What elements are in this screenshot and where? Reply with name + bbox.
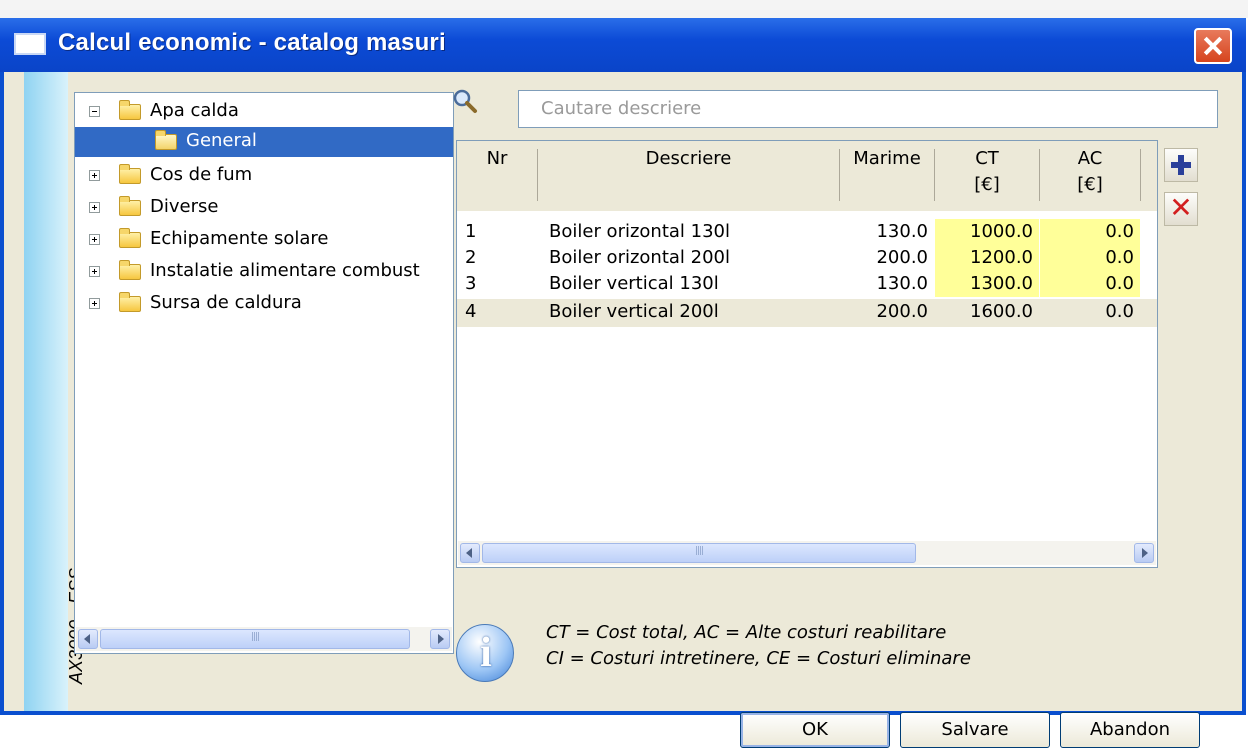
- column-divider: [1140, 149, 1141, 201]
- title-bar[interactable]: Calcul economic - catalog masuri: [0, 18, 1246, 72]
- delete-button[interactable]: ✕: [1164, 192, 1198, 226]
- tree-item-echipamente-solare[interactable]: Echipamente solare: [75, 225, 453, 255]
- column-header-unit: [€]: [974, 174, 1000, 195]
- info-icon: i: [456, 624, 514, 682]
- table-row-selected[interactable]: 4 Boiler vertical 200l 200.0 1600.0 0.0: [457, 299, 1157, 327]
- column-header-label: AC: [1077, 148, 1103, 169]
- tree-horizontal-scrollbar[interactable]: [76, 627, 452, 651]
- delete-icon: ✕: [1169, 191, 1193, 224]
- legend-line-2: CI = Costuri intretinere, CE = Costuri e…: [546, 648, 971, 669]
- tree-item-apa-calda[interactable]: Apa calda: [75, 97, 453, 127]
- expand-icon[interactable]: [89, 298, 100, 309]
- tree-item-general[interactable]: General: [75, 127, 453, 157]
- column-header-label: Descriere: [645, 148, 732, 169]
- folder-icon: [119, 260, 141, 280]
- tree-item-label: Echipamente solare: [150, 228, 329, 249]
- cell-ct: 1300.0: [935, 271, 1039, 297]
- folder-icon: [119, 196, 141, 216]
- scroll-thumb[interactable]: [100, 629, 410, 649]
- category-tree[interactable]: Apa calda General Cos de fum Diverse Ech…: [74, 92, 454, 654]
- column-header-ac[interactable]: AC [€]: [1040, 141, 1140, 211]
- column-header-nr[interactable]: Nr: [457, 141, 537, 211]
- cell-marime: 200.0: [876, 301, 928, 322]
- folder-icon: [119, 292, 141, 312]
- add-button[interactable]: [1164, 148, 1198, 182]
- tree-item-label: Sursa de caldura: [150, 292, 302, 313]
- column-header-label: Nr: [486, 148, 508, 169]
- cell-marime: 130.0: [876, 273, 928, 294]
- expand-icon[interactable]: [89, 266, 100, 277]
- cell-nr: 1: [465, 221, 477, 242]
- cell-descriere: Boiler vertical 130l: [549, 273, 719, 294]
- tree-item-instalatie-alimentare[interactable]: Instalatie alimentare combust: [75, 257, 453, 287]
- column-header-marime[interactable]: Marime: [840, 141, 934, 211]
- cell-ct: 1000.0: [935, 219, 1039, 245]
- cell-marime: 200.0: [876, 247, 928, 268]
- ok-button[interactable]: OK: [740, 712, 890, 748]
- cell-marime: 130.0: [876, 221, 928, 242]
- tree-item-label: Apa calda: [150, 100, 239, 121]
- cell-nr: 3: [465, 273, 477, 294]
- folder-open-icon: [155, 130, 177, 150]
- column-header-label: Marime: [853, 148, 921, 169]
- column-header-descriere[interactable]: Descriere: [538, 141, 839, 211]
- table-row[interactable]: 3 Boiler vertical 130l 130.0 1300.0 0.0: [457, 271, 1157, 297]
- table-header: Nr Descriere Marime CT [€] AC [€]: [457, 141, 1157, 211]
- expand-icon[interactable]: [89, 234, 100, 245]
- scroll-thumb[interactable]: [482, 543, 916, 563]
- cell-ac: 0.0: [1040, 271, 1140, 297]
- expand-icon[interactable]: [89, 202, 100, 213]
- scroll-left-button[interactable]: [78, 629, 98, 649]
- folder-icon: [119, 100, 141, 120]
- cell-descriere: Boiler vertical 200l: [549, 301, 719, 322]
- measures-table[interactable]: Nr Descriere Marime CT [€] AC [€] 1 Boil…: [456, 140, 1158, 568]
- cell-nr: 4: [465, 301, 477, 322]
- tree-item-cos-de-fum[interactable]: Cos de fum: [75, 161, 453, 191]
- tree-item-label: General: [186, 130, 257, 151]
- scroll-left-button[interactable]: [460, 543, 480, 563]
- search-input[interactable]: Cautare descriere: [518, 90, 1218, 128]
- table-horizontal-scrollbar[interactable]: [458, 541, 1156, 565]
- app-icon: [14, 33, 46, 55]
- tree-item-label: Diverse: [150, 196, 219, 217]
- window-title: Calcul economic - catalog masuri: [58, 29, 446, 56]
- column-header-unit: [€]: [1077, 174, 1103, 195]
- table-row[interactable]: 2 Boiler orizontal 200l 200.0 1200.0 0.0: [457, 245, 1157, 271]
- cell-ct: 1200.0: [935, 245, 1039, 271]
- tree-item-label: Instalatie alimentare combust: [150, 260, 420, 281]
- cell-ac: 0.0: [1105, 301, 1134, 322]
- tree-item-diverse[interactable]: Diverse: [75, 193, 453, 223]
- cell-nr: 2: [465, 247, 477, 268]
- table-row[interactable]: 1 Boiler orizontal 130l 130.0 1000.0 0.0: [457, 219, 1157, 245]
- column-header-ct[interactable]: CT [€]: [935, 141, 1039, 211]
- folder-icon: [119, 164, 141, 184]
- save-button[interactable]: Salvare: [900, 712, 1050, 748]
- cancel-button[interactable]: Abandon: [1060, 712, 1200, 748]
- legend-line-1: CT = Cost total, AC = Alte costuri reabi…: [546, 622, 947, 643]
- background-strip: [0, 0, 1248, 18]
- search-icon: [453, 89, 477, 113]
- dialog-body: AX3000 - ESS Apa calda General Cos de fu…: [4, 72, 1242, 748]
- side-banner: AX3000 - ESS: [24, 72, 86, 711]
- cell-ac: 0.0: [1040, 245, 1140, 271]
- tree-item-label: Cos de fum: [150, 164, 253, 185]
- close-button[interactable]: [1194, 28, 1232, 64]
- collapse-icon[interactable]: [89, 106, 100, 117]
- folder-icon: [119, 228, 141, 248]
- expand-icon[interactable]: [89, 170, 100, 181]
- column-header-label: CT: [975, 148, 999, 169]
- cell-ac: 0.0: [1040, 219, 1140, 245]
- cell-descriere: Boiler orizontal 130l: [549, 221, 731, 242]
- dialog-window: Calcul economic - catalog masuri AX3000 …: [0, 18, 1246, 748]
- scroll-right-button[interactable]: [1134, 543, 1154, 563]
- cell-descriere: Boiler orizontal 200l: [549, 247, 731, 268]
- tree-item-sursa-de-caldura[interactable]: Sursa de caldura: [75, 289, 453, 319]
- cell-ct: 1600.0: [970, 301, 1033, 322]
- scroll-right-button[interactable]: [430, 629, 450, 649]
